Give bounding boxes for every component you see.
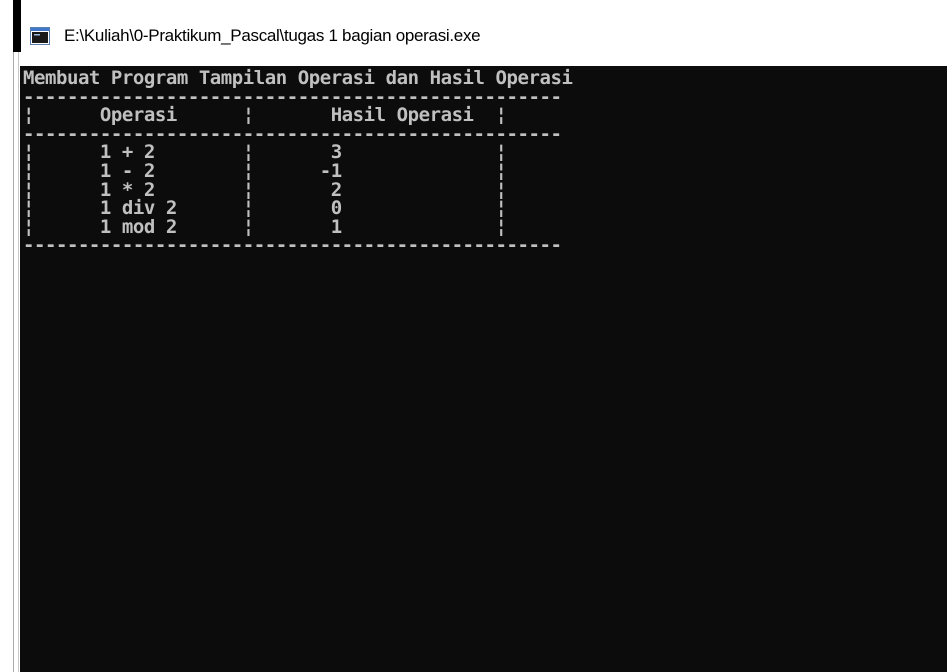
console-line: ¦ 1 - 2 ¦ -1 ¦ [23, 159, 507, 182]
console-output-area[interactable]: Membuat Program Tampilan Operasi dan Has… [20, 66, 947, 672]
console-line: Membuat Program Tampilan Operasi dan Has… [23, 67, 573, 89]
window-title: E:\Kuliah\0-Praktikum_Pascal\tugas 1 bag… [64, 26, 481, 45]
window-border-left [13, 52, 14, 672]
console-line: ¦ 1 div 2 ¦ 0 ¦ [23, 197, 507, 220]
window-border-inner [18, 52, 19, 672]
title-bar[interactable]: E:\Kuliah\0-Praktikum_Pascal\tugas 1 bag… [22, 0, 947, 66]
console-line: ¦ Operasi ¦ Hasil Operasi ¦ [23, 104, 507, 127]
console-line: ----------------------------------------… [23, 234, 562, 257]
console-window: E:\Kuliah\0-Praktikum_Pascal\tugas 1 bag… [0, 0, 947, 672]
console-app-icon[interactable] [30, 27, 50, 45]
console-text: Membuat Program Tampilan Operasi dan Has… [23, 67, 573, 257]
background-window-edge [13, 0, 21, 52]
